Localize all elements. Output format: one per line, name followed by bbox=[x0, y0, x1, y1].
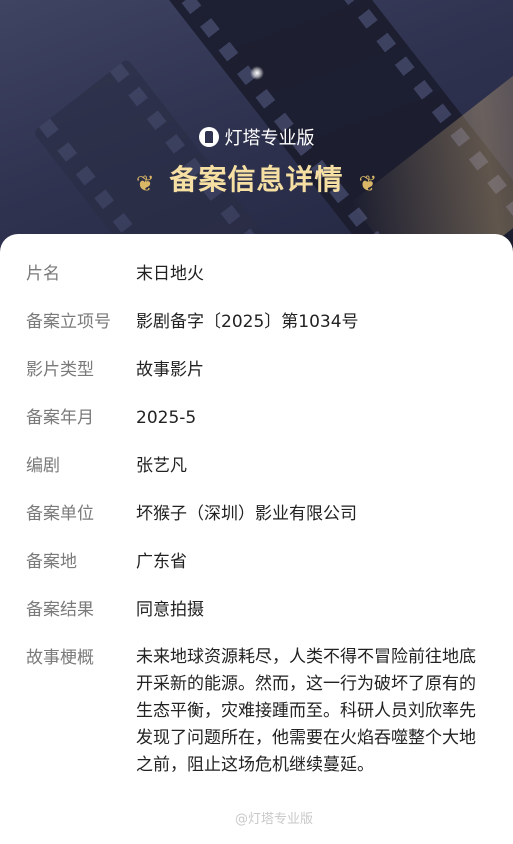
glow-dot bbox=[250, 66, 264, 80]
field-value: 故事影片 bbox=[136, 360, 204, 380]
brand: 灯塔专业版 bbox=[0, 124, 513, 152]
laurel-right-icon: ❦ bbox=[358, 172, 378, 197]
field-value: 坏猴子（深圳）影业有限公司 bbox=[136, 504, 357, 524]
field-value: 影剧备字〔2025〕第1034号 bbox=[136, 312, 359, 332]
laurel-left-icon: ❦ bbox=[135, 172, 155, 197]
field-label: 故事梗概 bbox=[26, 648, 94, 668]
header-banner: 灯塔专业版 ❦ 备案信息详情 ❦ bbox=[0, 0, 513, 260]
field-value: 2025-5 bbox=[136, 408, 197, 428]
watermark: @灯塔专业版 bbox=[234, 812, 313, 827]
synopsis-text: 未来地球资源耗尽，人类不得不冒险前往地底开采新的能源。然而，这一行为破坏了原有的… bbox=[136, 647, 476, 775]
field-label: 备案结果 bbox=[26, 600, 94, 620]
page-title-wrap: ❦ 备案信息详情 ❦ bbox=[0, 158, 513, 198]
field-label: 片名 bbox=[26, 264, 60, 284]
field-label: 编剧 bbox=[26, 456, 60, 476]
page-title: 备案信息详情 bbox=[169, 163, 344, 196]
field-label: 备案年月 bbox=[26, 408, 94, 428]
field-value: 张艺凡 bbox=[136, 456, 187, 476]
field-label: 影片类型 bbox=[26, 360, 94, 380]
field-value: 末日地火 bbox=[136, 264, 204, 284]
field-label: 备案单位 bbox=[26, 504, 94, 524]
field-label: 备案地 bbox=[26, 552, 77, 572]
brand-name: 灯塔专业版 bbox=[224, 128, 315, 149]
field-value: 广东省 bbox=[136, 552, 187, 572]
field-label: 备案立项号 bbox=[26, 312, 111, 332]
field-value: 同意拍摄 bbox=[136, 600, 204, 620]
lighthouse-logo-icon bbox=[198, 127, 219, 147]
